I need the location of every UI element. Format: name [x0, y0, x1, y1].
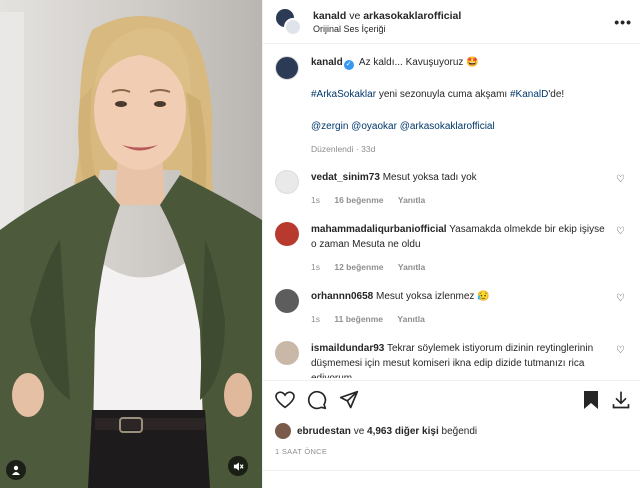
comments-list[interactable]: kanald ✓ Az kaldı... Kavuşuyoruz 🤩 #ArkaS…: [263, 44, 640, 378]
avatar[interactable]: [284, 17, 302, 36]
comment-body: vedat_sinim73 Mesut yoksa tadı yok 1s 16…: [311, 170, 610, 208]
comment-meta: 1s 12 beğenme Yanıtla: [311, 260, 610, 275]
download-icon[interactable]: [611, 390, 631, 415]
comment-meta: 1s 11 beğenme Yanıtla: [311, 312, 610, 327]
collab-accounts: kanald ve arkasokaklarofficial: [313, 10, 614, 22]
avatar[interactable]: [275, 341, 299, 365]
avatar[interactable]: [275, 423, 291, 439]
user-tag-icon[interactable]: [6, 460, 26, 480]
collab-avatars[interactable]: [275, 7, 303, 36]
comment-likes[interactable]: 11 beğenme: [334, 314, 383, 324]
post-side-panel: kanald ve arkasokaklarofficial Orijinal …: [262, 0, 640, 488]
caption-mentions: @zergin @oyaokar @arkasokaklarofficial: [311, 120, 630, 134]
avatar[interactable]: [275, 289, 299, 313]
post-age[interactable]: 33d: [361, 144, 375, 154]
heart-icon[interactable]: ♡: [616, 341, 630, 378]
caption-meta: Düzenlendi · 33d: [311, 142, 630, 156]
reply-button[interactable]: Yanıtla: [398, 195, 425, 205]
more-icon[interactable]: •••: [614, 14, 632, 30]
likes-and: ve: [353, 425, 365, 437]
comment-time[interactable]: 1s: [311, 262, 320, 272]
heart-icon[interactable]: ♡: [616, 289, 630, 327]
likes-suffix: beğendi: [441, 425, 478, 437]
heart-icon[interactable]: ♡: [616, 222, 630, 275]
list-item: vedat_sinim73 Mesut yoksa tadı yok 1s 16…: [275, 170, 630, 208]
list-item: ismaildundar93 Tekrar söylemek istiyorum…: [275, 341, 630, 378]
post-actions: ebrudestan ve 4,963 diğer kişi beğendi 1…: [263, 380, 640, 456]
separator: ·: [355, 144, 359, 154]
mention-link[interactable]: @arkasokaklarofficial: [400, 121, 495, 132]
edited-label: Düzenlendi: [311, 144, 354, 154]
instagram-post-view: kanald ve arkasokaklarofficial Orijinal …: [0, 0, 640, 488]
connector-text: ve: [349, 9, 361, 22]
caption-username[interactable]: kanald: [311, 57, 343, 68]
comment-body: ismaildundar93 Tekrar söylemek istiyorum…: [311, 341, 610, 378]
caption-line1: Az kaldı... Kavuşuyoruz 🤩: [358, 57, 479, 68]
post-timestamp[interactable]: 1 SAAT ÖNCE: [275, 447, 631, 456]
speaker-muted-icon[interactable]: [228, 456, 248, 476]
comment-body: mahammadaliqurbaniofficial Yasamakda olm…: [311, 222, 610, 275]
caption-line2: #ArkaSokaklar yeni sezonuyla cuma akşamı…: [311, 88, 630, 102]
account-link[interactable]: arkasokaklarofficial: [363, 10, 461, 22]
caption-text: 'de!: [548, 89, 565, 100]
comment-meta: 1s 16 beğenme Yanıtla: [311, 193, 610, 208]
audio-label[interactable]: Orijinal Ses İçeriği: [313, 24, 614, 34]
comment-icon[interactable]: [307, 390, 327, 415]
comment-time[interactable]: 1s: [311, 195, 320, 205]
comment-text: Mesut yoksa izlenmez 😥: [376, 291, 490, 302]
liker-username[interactable]: ebrudestan: [297, 426, 351, 437]
likes-summary: ebrudestan ve 4,963 diğer kişi beğendi: [275, 423, 631, 439]
verified-badge-icon: ✓: [343, 60, 354, 70]
header-text: kanald ve arkasokaklarofficial Orijinal …: [313, 10, 614, 34]
likes-count-link[interactable]: 4,963 diğer kişi: [367, 426, 439, 437]
reply-button[interactable]: Yanıtla: [398, 262, 425, 272]
comment-body: orhannn0658 Mesut yoksa izlenmez 😥 1s 11…: [311, 289, 610, 327]
account-link[interactable]: kanald: [313, 10, 346, 22]
comment-username[interactable]: ismaildundar93: [311, 343, 384, 354]
post-caption: kanald ✓ Az kaldı... Kavuşuyoruz 🤩 #ArkaS…: [275, 56, 630, 156]
heart-icon[interactable]: ♡: [616, 170, 630, 208]
post-header: kanald ve arkasokaklarofficial Orijinal …: [263, 0, 640, 44]
comment-username[interactable]: mahammadaliqurbaniofficial: [311, 224, 447, 235]
avatar[interactable]: [275, 222, 299, 246]
comment-time[interactable]: 1s: [311, 314, 320, 324]
woman-figure: [0, 16, 262, 488]
bookmark-icon[interactable]: [583, 390, 599, 415]
comment-likes[interactable]: 16 beğenme: [334, 195, 383, 205]
comment-username[interactable]: orhannn0658: [311, 291, 373, 302]
reply-button[interactable]: Yanıtla: [397, 314, 424, 324]
mention-link[interactable]: @oyaokar: [351, 121, 397, 132]
list-item: mahammadaliqurbaniofficial Yasamakda olm…: [275, 222, 630, 275]
send-icon[interactable]: [339, 390, 359, 415]
post-video[interactable]: [0, 0, 262, 488]
caption-text: yeni sezonuyla cuma akşamı: [378, 89, 508, 100]
hashtag-link[interactable]: #KanalD: [510, 89, 548, 100]
comment-text: Mesut yoksa tadı yok: [382, 172, 477, 183]
hashtag-link[interactable]: #ArkaSokaklar: [311, 89, 376, 100]
avatar[interactable]: [275, 170, 299, 194]
caption-body: kanald ✓ Az kaldı... Kavuşuyoruz 🤩 #ArkaS…: [311, 56, 630, 156]
mention-link[interactable]: @zergin: [311, 121, 348, 132]
comment-username[interactable]: vedat_sinim73: [311, 172, 380, 183]
list-item: orhannn0658 Mesut yoksa izlenmez 😥 1s 11…: [275, 289, 630, 327]
heart-icon[interactable]: [275, 390, 295, 414]
action-bar: [275, 389, 631, 415]
add-comment-bar[interactable]: [263, 470, 640, 488]
comment-likes[interactable]: 12 beğenme: [334, 262, 383, 272]
avatar[interactable]: [275, 56, 299, 80]
